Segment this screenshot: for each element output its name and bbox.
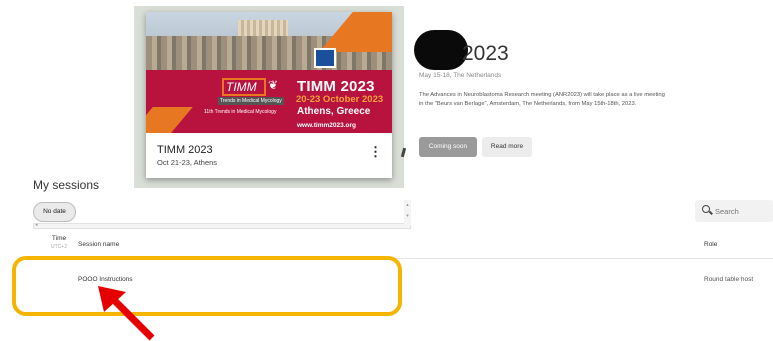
sessions-heading: My sessions [33,178,100,192]
role-cell: Round table host [704,276,754,283]
time-zone-label: UTC+2 [51,244,67,250]
horizontal-scrollbar[interactable]: ◂ ▸ [33,222,411,229]
read-more-button[interactable]: Read more [482,137,532,157]
timm-logo: TIMM [222,78,266,96]
logo-subtext: Trends in Medical Mycology [218,97,284,105]
scroll-down-icon[interactable]: ▾ [404,211,411,222]
edition-text: 11th Trends in Medical Mycology [204,109,277,115]
date-filter-chip[interactable]: No date [33,202,76,222]
event-dates: May 15-18, The Netherlands [419,72,502,79]
card-subtitle: Oct 21-23, Athens [157,158,218,167]
event-title: 2023 [462,42,509,65]
coming-soon-button[interactable]: Coming soon [419,137,477,157]
redaction-mark [414,30,468,70]
search-box[interactable] [695,200,773,222]
search-input[interactable] [715,204,770,218]
highlight-box [12,256,402,316]
vertical-scrollbar[interactable]: ▴ ▾ [404,200,411,226]
banner-title: TIMM 2023 [297,78,375,95]
event-card[interactable]: TIMM ❦ Trends in Medical Mycology 11th T… [146,12,392,178]
kebab-menu-icon[interactable]: ⋮ [369,145,382,158]
time-label: Time [51,235,67,242]
event-description: The Advances in Neuroblastoma Research m… [419,92,665,107]
banner-dates: 20-23 October 2023 [296,94,384,105]
search-icon [702,205,710,213]
card-title: TIMM 2023 [157,144,213,156]
column-header-session-name[interactable]: Session name [78,241,119,248]
tree-icon: ❦ [268,78,279,92]
society-logo-icon [314,48,336,68]
banner-url: www.timm2023.org [297,122,356,129]
red-arrow-icon [98,286,155,341]
scroll-left-icon[interactable]: ◂ [35,222,38,228]
banner-location: Athens, Greece [297,106,371,117]
column-header-role[interactable]: Role [704,241,717,248]
column-header-time[interactable]: Time UTC+2 [48,235,70,251]
event-banner-image: TIMM ❦ Trends in Medical Mycology 11th T… [146,12,392,133]
scroll-up-icon[interactable]: ▴ [404,200,411,211]
screen: TIMM ❦ Trends in Medical Mycology 11th T… [0,0,773,341]
cursor-mark [400,147,407,158]
